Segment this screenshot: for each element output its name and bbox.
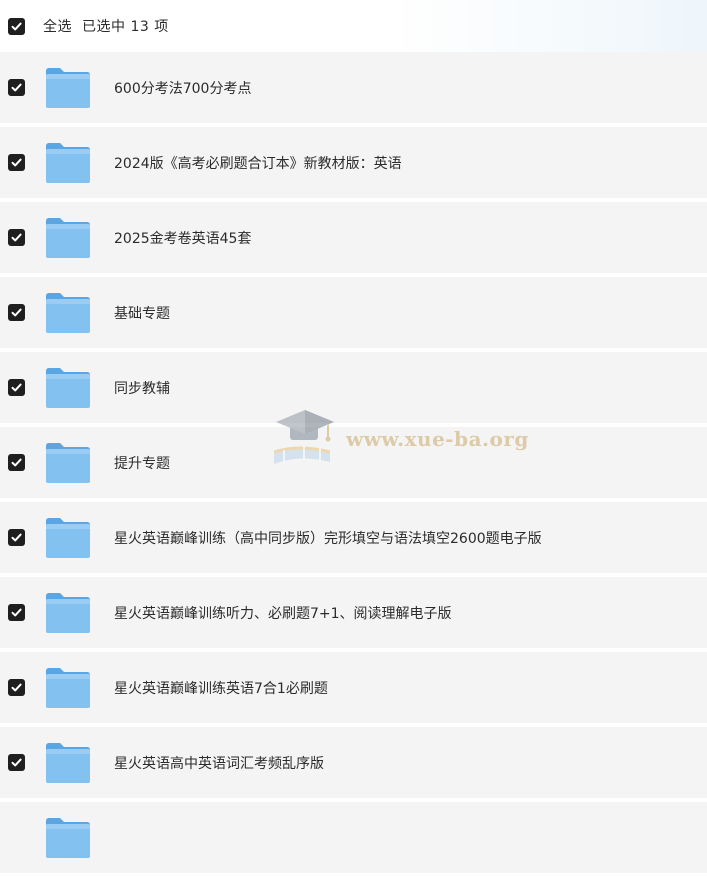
file-list: 600分考法700分考点 2024版《高考必刷题合订本》新教材版：英语 2025金考…: [0, 52, 707, 877]
item-title[interactable]: 基础专题: [114, 303, 170, 323]
checkmark-icon: [11, 758, 22, 767]
list-item[interactable]: 2024版《高考必刷题合订本》新教材版：英语: [0, 127, 707, 198]
folder-icon: [46, 442, 90, 483]
checkmark-icon: [11, 233, 22, 242]
item-checkbox[interactable]: [8, 304, 25, 321]
item-checkbox[interactable]: [8, 454, 25, 471]
folder-icon: [46, 217, 90, 258]
list-item[interactable]: 2025金考卷英语45套: [0, 202, 707, 273]
item-checkbox[interactable]: [8, 604, 25, 621]
list-item[interactable]: 600分考法700分考点: [0, 52, 707, 123]
item-checkbox[interactable]: [8, 679, 25, 696]
list-item[interactable]: 基础专题: [0, 277, 707, 348]
folder-icon: [46, 742, 90, 783]
checkmark-icon: [11, 383, 22, 392]
folder-icon: [46, 592, 90, 633]
item-checkbox[interactable]: [8, 229, 25, 246]
list-item[interactable]: 星火英语巅峰训练英语7合1必刷题: [0, 652, 707, 723]
item-title[interactable]: 星火英语巅峰训练英语7合1必刷题: [114, 678, 328, 698]
list-item[interactable]: 同步教辅: [0, 352, 707, 423]
item-checkbox[interactable]: [8, 154, 25, 171]
folder-icon: [46, 292, 90, 333]
list-item[interactable]: 提升专题: [0, 427, 707, 498]
checkmark-icon: [11, 608, 22, 617]
checkmark-icon: [11, 533, 22, 542]
checkmark-icon: [11, 83, 22, 92]
folder-icon: [46, 142, 90, 183]
item-title[interactable]: 星火英语高中英语词汇考频乱序版: [114, 753, 324, 773]
item-checkbox[interactable]: [8, 754, 25, 771]
checkmark-icon: [11, 158, 22, 167]
item-checkbox[interactable]: [8, 529, 25, 546]
item-title[interactable]: 星火英语巅峰训练听力、必刷题7+1、阅读理解电子版: [114, 603, 452, 623]
item-title[interactable]: 星火英语巅峰训练（高中同步版）完形填空与语法填空2600题电子版: [114, 528, 542, 548]
item-title[interactable]: 同步教辅: [114, 378, 170, 398]
select-all-label[interactable]: 全选: [43, 16, 72, 36]
folder-icon: [46, 667, 90, 708]
folder-icon: [46, 67, 90, 108]
item-checkbox-empty[interactable]: [8, 829, 25, 846]
list-item[interactable]: [0, 802, 707, 873]
checkmark-icon: [11, 683, 22, 692]
item-title[interactable]: 2024版《高考必刷题合订本》新教材版：英语: [114, 153, 402, 173]
checkmark-icon: [11, 308, 22, 317]
folder-icon: [46, 517, 90, 558]
checkmark-icon: [11, 22, 22, 30]
selected-count-text: 已选中 13 项: [82, 19, 169, 35]
item-title[interactable]: 提升专题: [114, 453, 170, 473]
item-checkbox[interactable]: [8, 379, 25, 396]
item-checkbox[interactable]: [8, 79, 25, 96]
list-item[interactable]: 星火英语巅峰训练听力、必刷题7+1、阅读理解电子版: [0, 577, 707, 648]
list-item[interactable]: 星火英语高中英语词汇考频乱序版: [0, 727, 707, 798]
folder-icon: [46, 367, 90, 408]
item-title[interactable]: 600分考法700分考点: [114, 78, 251, 98]
select-all-checkbox[interactable]: [8, 17, 25, 35]
list-item[interactable]: 星火英语巅峰训练（高中同步版）完形填空与语法填空2600题电子版: [0, 502, 707, 573]
folder-icon: [46, 817, 90, 858]
selection-header: 全选 已选中 13 项: [0, 0, 707, 52]
item-title[interactable]: 2025金考卷英语45套: [114, 228, 251, 248]
checkmark-icon: [11, 458, 22, 467]
